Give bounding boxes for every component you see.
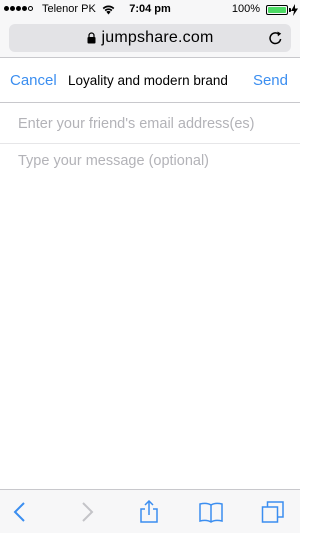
- url-text: jumpshare.com: [101, 29, 214, 46]
- message-row: [0, 145, 300, 485]
- browser-toolbar: [0, 489, 300, 533]
- send-button[interactable]: Send: [253, 72, 288, 89]
- compose-header: Cancel Loyality and modern brand Send: [0, 59, 300, 103]
- cancel-button[interactable]: Cancel: [10, 72, 57, 89]
- share-button[interactable]: [137, 499, 161, 524]
- compose-title: Loyality and modern brand: [68, 73, 228, 88]
- email-row: [0, 104, 300, 144]
- share-icon: [140, 499, 158, 523]
- tabs-icon: [261, 501, 284, 523]
- reload-icon[interactable]: [268, 30, 283, 46]
- status-bar: Telenor PK 7:04 pm 100%: [0, 0, 300, 20]
- forward-button[interactable]: [74, 500, 98, 524]
- browser-chrome: Telenor PK 7:04 pm 100% jumpshare.com: [0, 0, 300, 58]
- back-button[interactable]: [9, 500, 33, 524]
- address-bar[interactable]: jumpshare.com: [9, 24, 291, 52]
- back-icon: [13, 502, 25, 522]
- battery-percent: 100%: [231, 3, 260, 15]
- charging-icon: [291, 4, 298, 16]
- forward-icon: [82, 502, 94, 522]
- bookmarks-button[interactable]: [199, 500, 223, 524]
- battery-icon: [266, 5, 288, 15]
- email-input[interactable]: [18, 113, 293, 135]
- bookmarks-icon: [199, 502, 223, 523]
- lock-icon: [87, 32, 95, 44]
- message-input[interactable]: [18, 153, 293, 473]
- tabs-button[interactable]: [261, 500, 285, 524]
